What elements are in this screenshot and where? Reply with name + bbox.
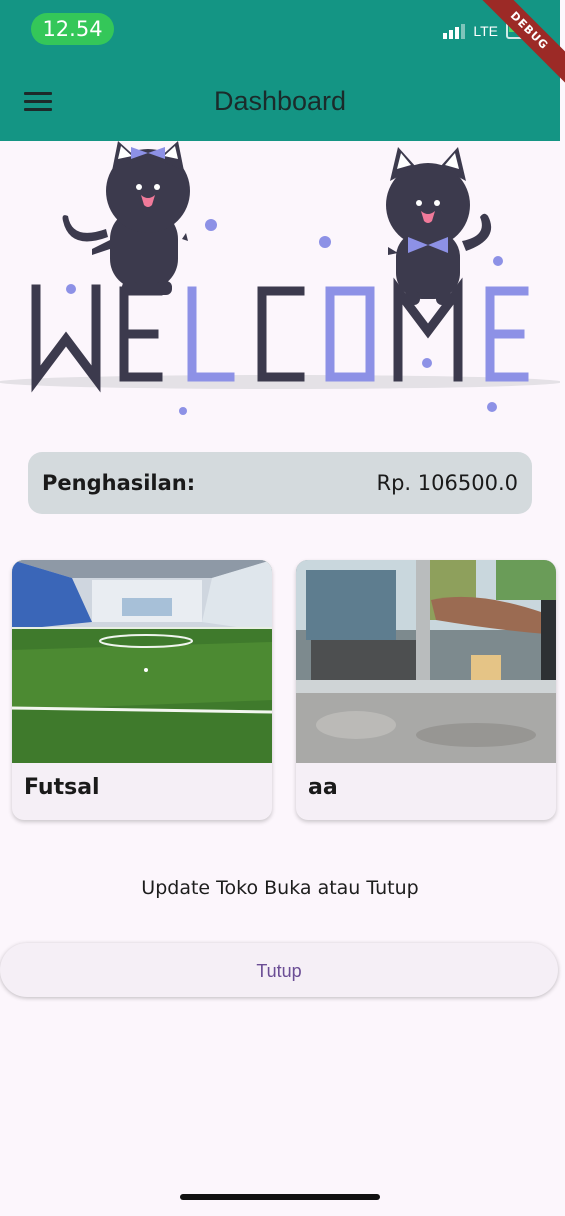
status-time: 12.54	[31, 13, 114, 45]
item-card-futsal[interactable]: Futsal	[12, 560, 272, 820]
cat-right-icon	[386, 147, 492, 305]
item-title: Futsal	[24, 775, 100, 800]
signal-icon	[443, 23, 466, 39]
income-label: Penghasilan:	[42, 471, 196, 495]
income-card: Penghasilan: Rp. 106500.0	[28, 452, 532, 514]
item-title: aa	[308, 775, 338, 800]
welcome-illustration	[0, 141, 560, 415]
futsal-field-photo	[12, 560, 272, 763]
app-bar: 12.54 LTE DEBUG Dashboard	[0, 0, 565, 141]
debug-banner: DEBUG	[475, 0, 565, 85]
close-store-button[interactable]: Tutup	[0, 943, 558, 997]
home-indicator[interactable]	[180, 1194, 380, 1200]
page-title: Dashboard	[213, 86, 347, 116]
store-status-prompt: Update Toko Buka atau Tutup	[141, 877, 419, 899]
food-stall-photo	[296, 560, 556, 763]
item-card-aa[interactable]: aa	[296, 560, 556, 820]
cat-left-icon	[62, 141, 190, 295]
network-label: LTE	[473, 22, 498, 39]
income-value: Rp. 106500.0	[376, 471, 518, 495]
